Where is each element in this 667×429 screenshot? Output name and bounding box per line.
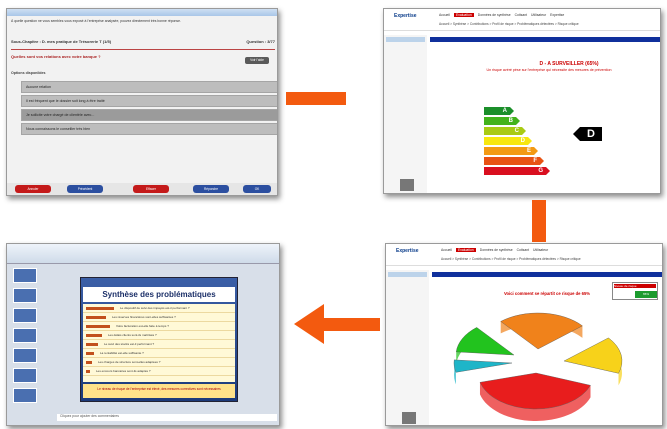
ok-button[interactable]: OK: [243, 185, 271, 193]
breadcrumb[interactable]: Accueil > Synthèse > Contributions > Pro…: [439, 22, 579, 26]
slide-thumbnail[interactable]: [13, 368, 37, 383]
menu-item[interactable]: Cotisant: [515, 13, 527, 17]
top-navigation: Expertise Accueil Evaluation Données de …: [384, 9, 660, 31]
table-row: Votre facturation est-elle faite à temps…: [83, 322, 235, 331]
sidebar: [384, 35, 427, 193]
grade-bar-f: F: [484, 157, 544, 165]
grade-bar-a: A: [484, 107, 514, 115]
clear-button[interactable]: Effacer: [133, 185, 169, 193]
result-subheadline: Un risque avéré pèse sur l'entreprise qu…: [486, 68, 612, 72]
options-list: Aucune relation Il est fréquent que le d…: [21, 81, 277, 137]
pie-slice-4: [453, 359, 513, 373]
menu-item-active[interactable]: Evaluation: [453, 13, 474, 17]
grade-bar-e: E: [484, 147, 538, 155]
menu-item[interactable]: Utilisateur: [531, 13, 546, 17]
arrow-down: [532, 200, 546, 242]
main-menu: Accueil Evaluation Données de synthèse C…: [439, 13, 564, 17]
powerpoint-screenshot: Synthèse des problématiques Le dispositi…: [6, 243, 280, 426]
slide-thumbnail[interactable]: [13, 288, 37, 303]
pie-slice-1: [563, 337, 623, 374]
current-grade-marker: D: [573, 127, 602, 141]
help-button[interactable]: Voir l'aide: [245, 57, 269, 64]
menu-item[interactable]: Expertise: [550, 13, 564, 17]
window-titlebar: [7, 9, 277, 16]
table-row: Les encours bancaires sont-ils adaptés ?: [83, 367, 235, 376]
arrow-right: [286, 92, 346, 105]
table-row: Les délais clients sont-ils maîtrisés ?: [83, 331, 235, 340]
arrow-left-head: [294, 304, 324, 344]
table-row: Le suivi des stocks est-il performant ?: [83, 340, 235, 349]
section-bar-label: Évaluation de l'entreprise Résultat de l…: [433, 47, 499, 51]
evaluation-result-screenshot: Expertise Accueil Evaluation Données de …: [383, 8, 661, 194]
table-row: La rentabilité est-elle suffisante ?: [83, 349, 235, 358]
slide-thumbnails: [13, 268, 39, 418]
menu-item[interactable]: Accueil: [439, 13, 450, 17]
notes-pane[interactable]: Cliquez pour ajouter des commentaires: [57, 414, 277, 421]
slide-conclusion: Le niveau de risque de l'entreprise est …: [83, 384, 235, 398]
table-row: Les charges de structure sont-elles adap…: [83, 358, 235, 367]
chapter-label: Sous-Chapitre : D. mes pratique de Tréso…: [11, 39, 112, 44]
pie-slice-3: [455, 327, 515, 356]
grade-bar-b: B: [484, 117, 520, 125]
question-prompt: Quelles sont vos relations avec votre ba…: [11, 54, 101, 59]
table-row: Les réserves financières sont-elles suff…: [83, 313, 235, 322]
option-item[interactable]: Nous connaissons le conseiller très bien: [21, 123, 277, 135]
divider: [11, 49, 275, 50]
options-label: Options disponibles: [11, 71, 46, 75]
section-bar: Évaluation de l'entreprise Résultat de l…: [430, 37, 660, 51]
bottom-icon: [400, 179, 414, 191]
slide-thumbnail[interactable]: [13, 348, 37, 363]
ribbon-toolbar[interactable]: [7, 244, 279, 264]
grade-bar-d: D: [484, 137, 532, 145]
previous-button[interactable]: Précédent: [67, 185, 103, 193]
answer-button[interactable]: Répondre: [193, 185, 229, 193]
questionnaire-screenshot: À quelle question ne vous semblez-vous e…: [6, 8, 278, 196]
grade-bar-g: G: [484, 167, 550, 175]
arrow-left: [320, 318, 380, 331]
pie-slice-2: [500, 312, 583, 350]
menu-item[interactable]: Données de synthèse: [478, 13, 511, 17]
app-logo: Expertise: [394, 13, 417, 19]
risk-breakdown-screenshot: Expertise Accueil Evaluation Données de …: [385, 243, 663, 426]
question-instruction: À quelle question ne vous semblez-vous e…: [11, 19, 181, 23]
grade-bar-c: C: [484, 127, 526, 135]
question-header: Sous-Chapitre : D. mes pratique de Tréso…: [11, 39, 275, 47]
main-slide[interactable]: Synthèse des problématiques Le dispositi…: [80, 277, 238, 402]
slide-thumbnail[interactable]: [13, 388, 37, 403]
pie-chart: [453, 312, 623, 421]
sidebar-header: [386, 37, 425, 42]
option-item[interactable]: Il est fréquent que le dossier soit long…: [21, 95, 277, 107]
slide-table: Le dispositif de suivi des impayés est-i…: [83, 304, 235, 382]
table-row: Le dispositif de suivi des impayés est-i…: [83, 304, 235, 313]
slide-title: Synthèse des problématiques: [83, 287, 235, 302]
slide-thumbnail[interactable]: [13, 268, 37, 283]
cancel-button[interactable]: Annuler: [15, 185, 51, 193]
option-item[interactable]: Aucune relation: [21, 81, 277, 93]
bottom-icon: [402, 412, 416, 424]
slide-thumbnail[interactable]: [13, 308, 37, 323]
question-counter: Question : 3/77: [246, 39, 275, 44]
result-headline: D - A SURVEILLER (65%): [539, 61, 599, 67]
slide-thumbnail[interactable]: [13, 328, 37, 343]
option-item[interactable]: Je sollicite votre chargé de clientèle a…: [21, 109, 277, 121]
